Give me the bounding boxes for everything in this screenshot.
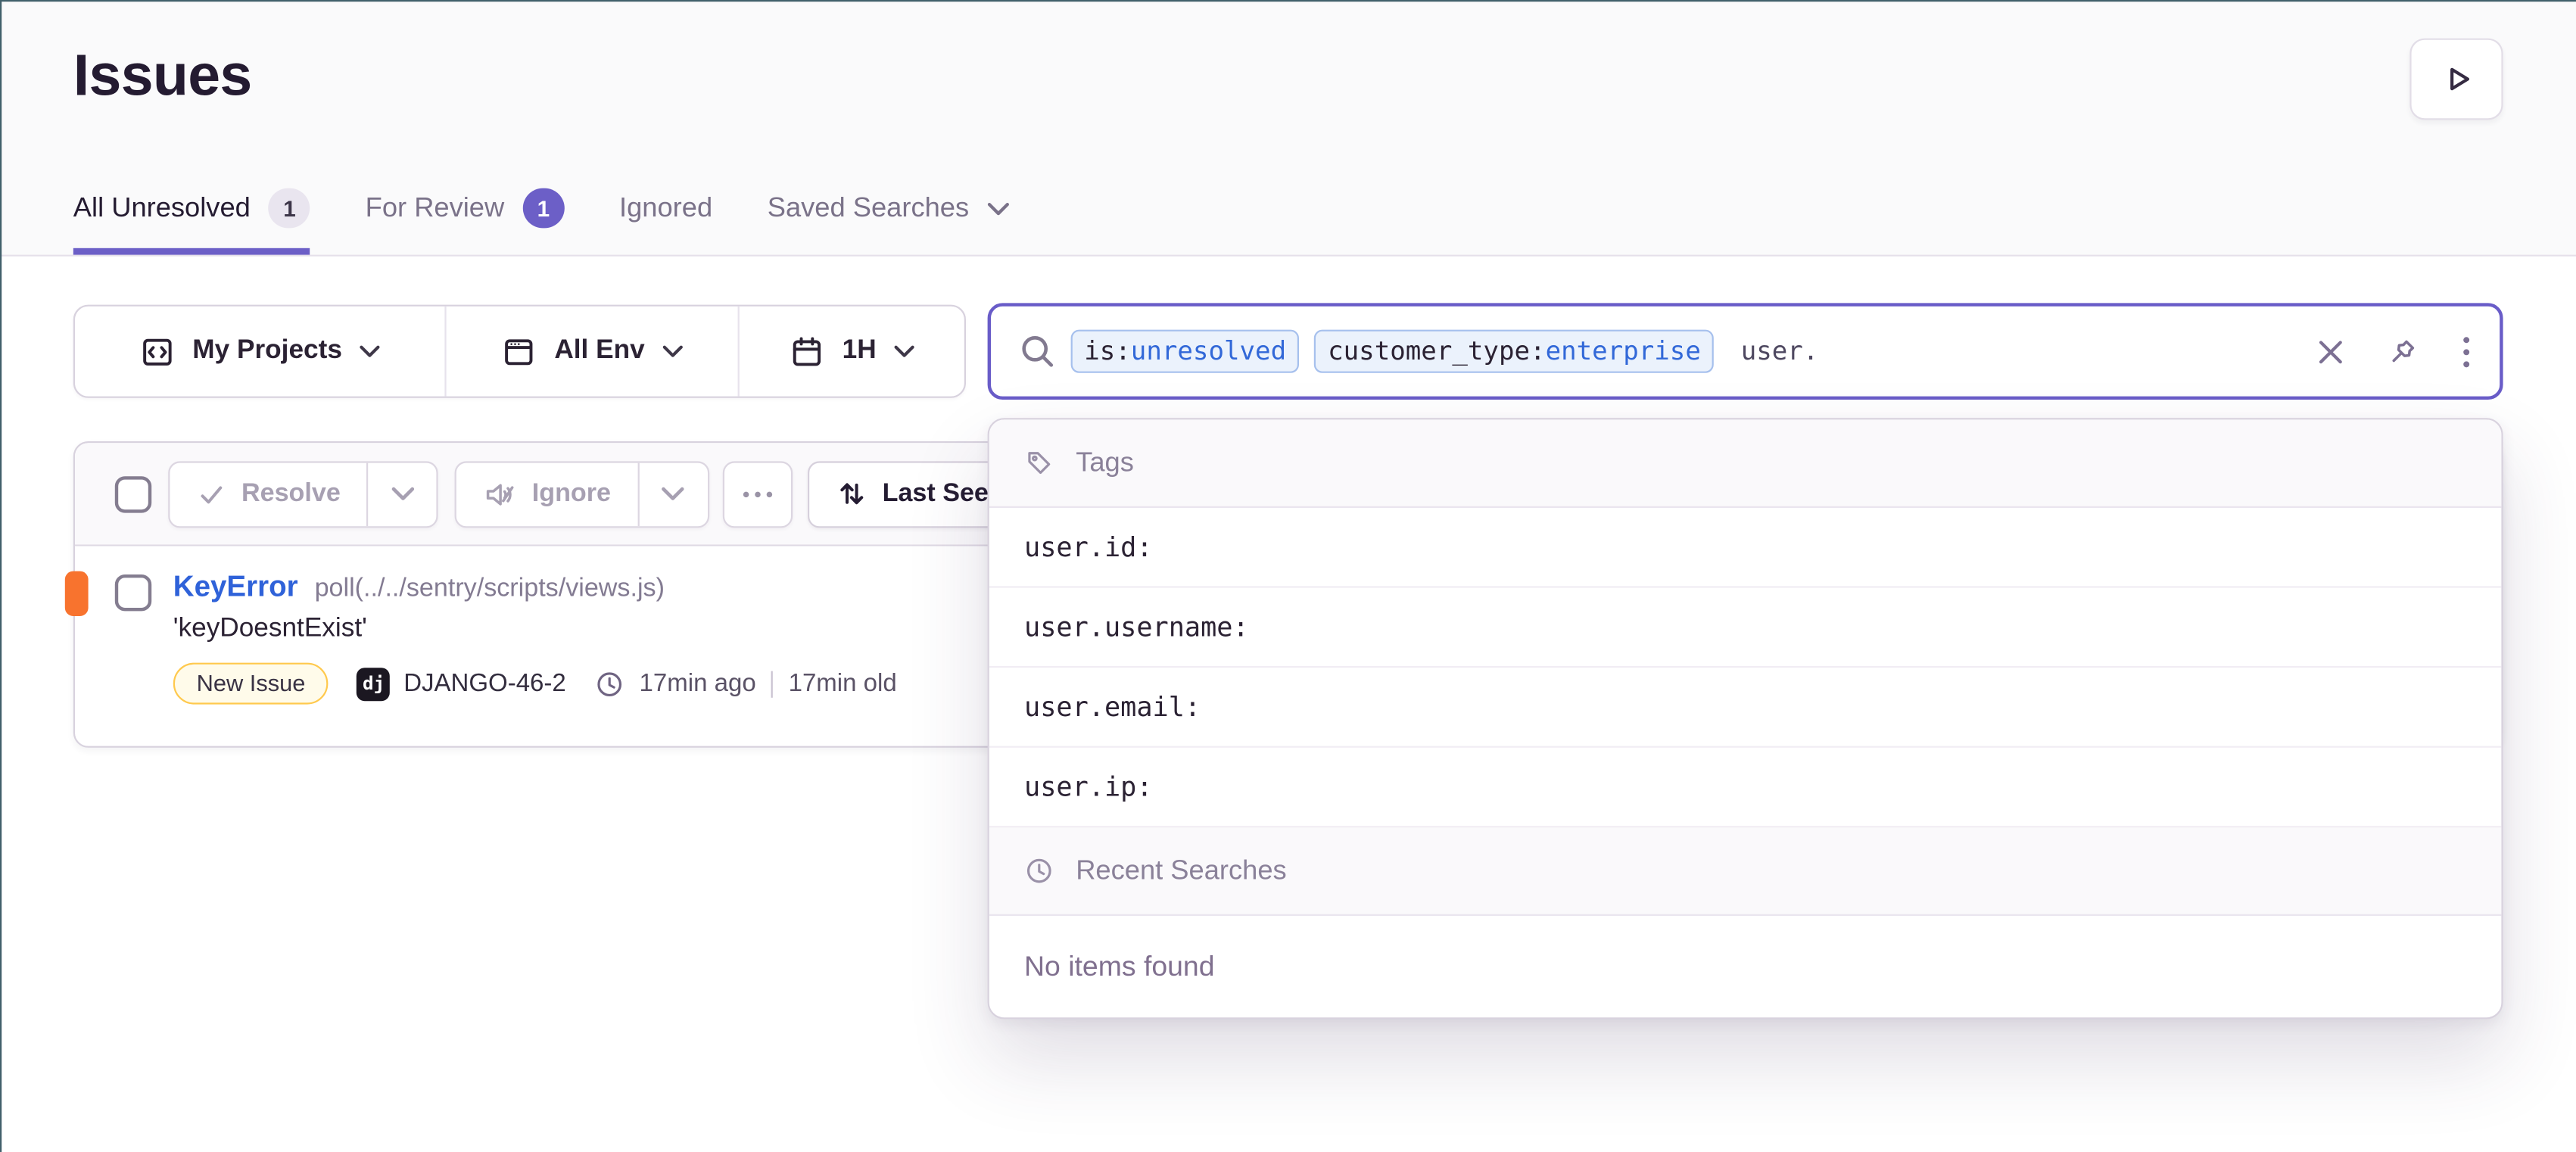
resolve-dropdown-caret[interactable] <box>367 462 437 526</box>
main-content: My Projects All Env <box>0 257 2576 1152</box>
recent-searches-section-header: Recent Searches <box>989 827 2502 916</box>
tab-count-badge: 1 <box>269 188 310 229</box>
mute-icon <box>484 477 517 510</box>
autocomplete-item-user-username[interactable]: user.username: <box>989 588 2502 668</box>
no-items-found-message: No items found <box>989 916 2502 1017</box>
tab-label: For Review <box>366 192 505 224</box>
tab-ignored[interactable]: Ignored <box>619 188 712 255</box>
tab-label: Ignored <box>619 192 712 224</box>
issue-search-bar[interactable]: is:unresolved customer_type:enterprise u… <box>988 303 2503 400</box>
sort-by-label: Last Seen <box>883 479 1005 509</box>
autocomplete-item-user-email[interactable]: user.email: <box>989 668 2502 748</box>
issue-culprit: poll(../../sentry/scripts/views.js) <box>315 574 665 605</box>
recent-searches-label: Recent Searches <box>1076 855 1286 887</box>
tag-icon <box>1024 448 1054 478</box>
play-icon <box>2439 61 2474 96</box>
replay-play-button[interactable] <box>2409 39 2503 120</box>
new-issue-badge: New Issue <box>173 663 329 705</box>
search-typed-text[interactable]: user. <box>1741 336 1819 366</box>
tab-saved-searches[interactable]: Saved Searches <box>768 188 1009 255</box>
issue-summary: KeyError poll(../../sentry/scripts/views… <box>173 569 897 704</box>
window-icon <box>501 334 536 369</box>
resolve-button[interactable]: Resolve <box>170 462 367 526</box>
project-link[interactable]: dj DJANGO-46-2 <box>357 667 566 700</box>
calendar-icon <box>789 334 824 369</box>
token-value: unresolved <box>1131 336 1286 366</box>
page-header: Issues All Unresolved 1 For Review 1 Ign… <box>0 0 2576 257</box>
sort-arrows-icon <box>836 478 867 509</box>
chevron-down-icon <box>663 344 683 358</box>
chevron-down-icon <box>895 344 914 358</box>
tags-section-label: Tags <box>1076 447 1134 479</box>
page-filter-bar: My Projects All Env <box>73 305 966 398</box>
search-autocomplete-dropdown: Tags user.id: user.username: user.email:… <box>988 418 2503 1019</box>
error-level-indicator <box>65 571 89 616</box>
project-code-icon <box>139 334 174 369</box>
ignore-label: Ignore <box>532 479 611 509</box>
issue-title-link[interactable]: KeyError <box>173 569 298 604</box>
ignore-dropdown-caret[interactable] <box>637 462 707 526</box>
autocomplete-item-user-id[interactable]: user.id: <box>989 508 2502 588</box>
search-token[interactable]: customer_type:enterprise <box>1315 330 1715 373</box>
clear-search-icon[interactable] <box>2316 338 2344 366</box>
resolve-split-button: Resolve <box>168 460 438 527</box>
more-actions-button[interactable] <box>722 460 792 527</box>
project-slug: DJANGO-46-2 <box>403 669 566 697</box>
environment-filter-label: All Env <box>554 336 644 366</box>
django-platform-icon: dj <box>357 667 391 700</box>
token-key: is: <box>1084 336 1131 366</box>
token-value: enterprise <box>1546 336 1701 366</box>
ignore-split-button: Ignore <box>456 460 709 527</box>
chevron-down-icon <box>360 344 380 358</box>
search-actions <box>2316 334 2472 369</box>
environment-filter-dropdown[interactable]: All Env <box>444 307 737 397</box>
issue-message: 'keyDoesntExist' <box>173 615 897 645</box>
search-menu-kebab-icon[interactable] <box>2462 334 2472 369</box>
tab-all-unresolved[interactable]: All Unresolved 1 <box>73 188 310 255</box>
timestamp-divider <box>771 671 773 697</box>
token-key: customer_type: <box>1328 336 1545 366</box>
clock-icon <box>594 668 625 699</box>
tags-section-header: Tags <box>989 419 2502 508</box>
issue-timestamps: 17min ago 17min old <box>594 668 897 699</box>
ignore-button[interactable]: Ignore <box>457 462 637 526</box>
time-range-label: 1H <box>843 336 877 366</box>
project-filter-label: My Projects <box>192 336 342 366</box>
pin-search-icon[interactable] <box>2387 335 2420 368</box>
tab-for-review[interactable]: For Review 1 <box>366 188 565 255</box>
search-icon <box>1019 333 1055 369</box>
issue-last-seen: 17min ago <box>640 669 756 697</box>
tab-count-badge: 1 <box>522 188 564 229</box>
issue-list-tabs: All Unresolved 1 For Review 1 Ignored Sa… <box>73 188 1009 255</box>
time-range-filter-dropdown[interactable]: 1H <box>738 307 964 397</box>
page-title: Issues <box>73 43 252 110</box>
issue-select-checkbox[interactable] <box>115 574 151 611</box>
resolve-label: Resolve <box>241 479 341 509</box>
project-filter-dropdown[interactable]: My Projects <box>75 307 444 397</box>
select-all-checkbox[interactable] <box>115 475 151 512</box>
tab-label: Saved Searches <box>768 192 969 224</box>
app-canvas: Issues All Unresolved 1 For Review 1 Ign… <box>0 0 2576 1152</box>
clock-icon <box>1024 856 1054 886</box>
search-token[interactable]: is:unresolved <box>1071 330 1300 373</box>
autocomplete-item-user-ip[interactable]: user.ip: <box>989 748 2502 828</box>
check-icon <box>197 479 227 509</box>
ellipsis-icon <box>741 489 774 499</box>
tab-label: All Unresolved <box>73 192 251 224</box>
chevron-down-icon <box>987 201 1009 216</box>
issue-age: 17min old <box>789 669 897 697</box>
